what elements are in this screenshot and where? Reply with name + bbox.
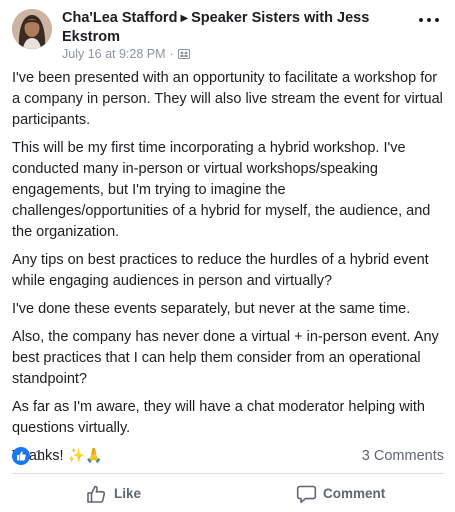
post-paragraph: I've been presented with an opportunity … [12, 70, 443, 128]
author-name[interactable]: Cha'Lea Stafford [62, 10, 177, 26]
avatar[interactable] [12, 9, 52, 49]
post-meta: July 16 at 9:28 PM · [62, 46, 190, 62]
group-icon [177, 47, 190, 59]
post-header: Cha'Lea Stafford ▶ Speaker Sisters with Je… [0, 0, 455, 70]
thumbs-up-icon[interactable] [12, 447, 30, 465]
comment-icon [296, 485, 317, 504]
post-paragraph: This will be my first time incorporating… [12, 140, 431, 240]
comment-button-label: Comment [323, 486, 386, 501]
more-options-icon[interactable] [419, 14, 441, 26]
post-title-line: Cha'Lea Stafford ▶ Speaker Sisters with Je… [62, 9, 402, 47]
like-button-label: Like [114, 486, 142, 501]
post-paragraph: I've done these events separately, but n… [12, 301, 411, 317]
divider [12, 473, 444, 474]
post-paragraph: Also, the company has never done a virtu… [12, 329, 439, 387]
post-stats: 1 3 Comments [12, 446, 444, 466]
comment-button[interactable]: Comment [296, 480, 396, 508]
like-count[interactable]: 1 [35, 447, 43, 465]
group-post: Cha'Lea Stafford ▶ Speaker Sisters with Je… [0, 0, 455, 512]
arrow-right-icon: ▶ [180, 13, 189, 24]
post-body: I've been presented with an opportunity … [12, 68, 444, 474]
comment-count[interactable]: 3 Comments [362, 447, 444, 465]
post-paragraph: As far as I'm aware, they will have a ch… [12, 399, 425, 436]
like-button[interactable]: Like [86, 480, 156, 508]
post-timestamp[interactable]: July 16 at 9:28 PM [62, 47, 166, 61]
post-paragraph: Any tips on best practices to reduce the… [12, 252, 429, 289]
separator-dot: · [169, 47, 174, 61]
like-icon [87, 485, 106, 503]
